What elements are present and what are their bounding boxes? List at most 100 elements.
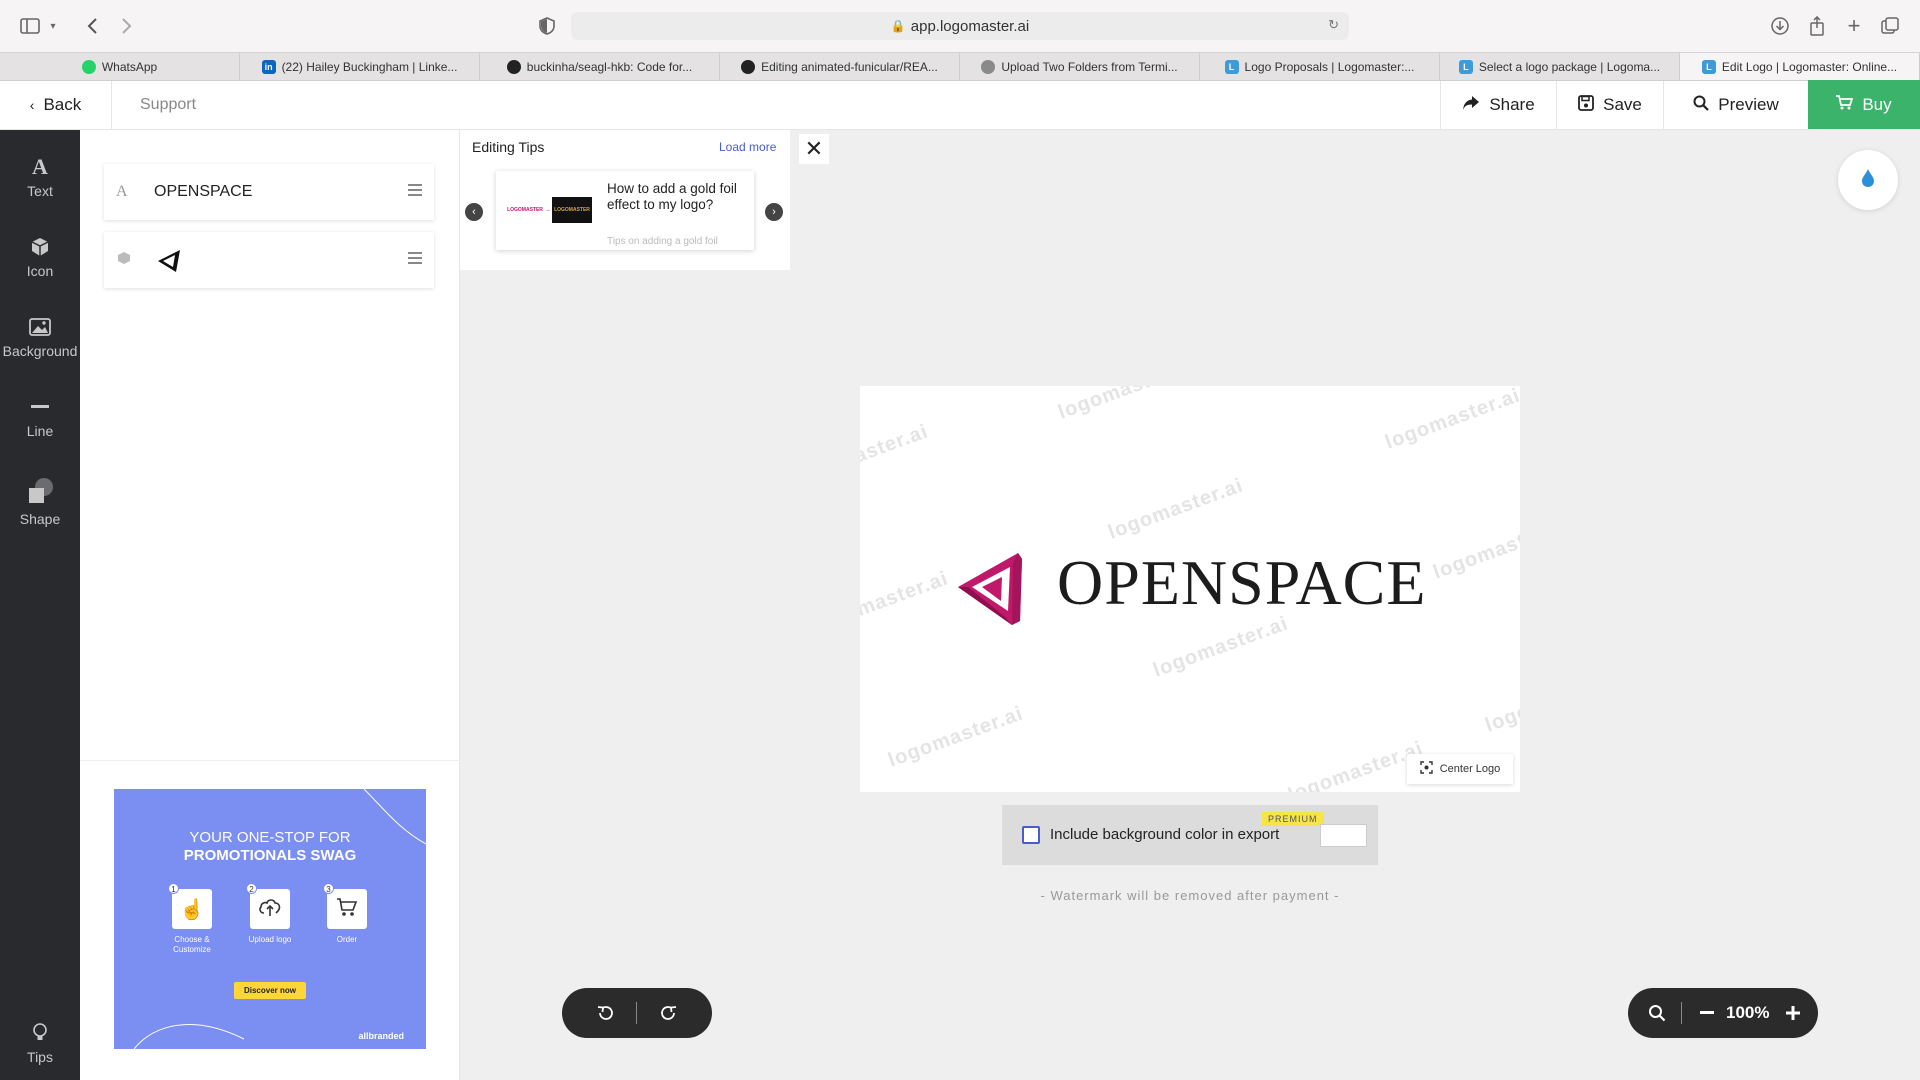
water-drop-icon bbox=[1861, 168, 1875, 193]
promo-step: 2 Upload logo bbox=[240, 883, 300, 945]
zoom-search-icon[interactable] bbox=[1644, 1000, 1670, 1026]
support-link[interactable]: Support bbox=[140, 96, 196, 114]
panel-divider bbox=[80, 760, 460, 761]
cart-icon bbox=[336, 897, 358, 922]
chevron-down-icon[interactable]: ▾ bbox=[46, 14, 60, 38]
zoom-in-icon[interactable] bbox=[1780, 1000, 1806, 1026]
logo-canvas[interactable]: logomaster.ai logomaster.ai logomaster.a… bbox=[860, 386, 1520, 792]
browser-tab[interactable]: L Logo Proposals | Logomaster:... bbox=[1200, 53, 1440, 80]
discover-now-button[interactable]: Discover now bbox=[234, 982, 306, 999]
save-button[interactable]: Save bbox=[1556, 81, 1663, 129]
promo-banner[interactable]: YOUR ONE-STOP FOR PROMOTIONALS SWAG 1 ☝ C… bbox=[114, 789, 426, 1049]
browser-tab[interactable]: WhatsApp bbox=[0, 53, 240, 80]
cloud-upload-icon bbox=[258, 897, 282, 922]
browser-tab[interactable]: in (22) Hailey Buckingham | Linke... bbox=[240, 53, 480, 80]
logomaster-icon: L bbox=[1458, 59, 1473, 74]
rail-text-tool[interactable]: A Text bbox=[0, 154, 80, 199]
tip-thumbnail: LOGOMASTER → LOGOMASTER bbox=[506, 197, 596, 223]
logo-wordmark[interactable]: OPENSPACE bbox=[1057, 546, 1426, 620]
chevron-left-icon[interactable]: ‹ bbox=[465, 203, 483, 221]
cart-icon bbox=[1836, 94, 1854, 115]
load-more-link[interactable]: Load more bbox=[719, 140, 776, 154]
step-label: Choose & Customize bbox=[173, 935, 211, 954]
preview-button[interactable]: Preview bbox=[1663, 81, 1808, 129]
watermark: logomaster.ai bbox=[885, 702, 1027, 772]
layer-icon[interactable] bbox=[104, 232, 434, 288]
redo-icon[interactable] bbox=[658, 1002, 680, 1024]
tab-label: buckinha/seagl-hkb: Code for... bbox=[526, 59, 693, 74]
watermark-note: - Watermark will be removed after paymen… bbox=[1040, 888, 1340, 903]
step-number: 2 bbox=[246, 883, 257, 894]
rail-label: Shape bbox=[19, 511, 61, 527]
browser-tab-active[interactable]: L Edit Logo | Logomaster: Online... bbox=[1680, 53, 1920, 80]
back-arrow-icon[interactable] bbox=[80, 14, 104, 38]
browser-toolbar: ▾ 🔒 app.logomaster.ai ↻ + bbox=[0, 0, 1920, 52]
zoom-controls: 100% bbox=[1628, 988, 1818, 1038]
include-bg-checkbox[interactable] bbox=[1022, 826, 1040, 844]
browser-tab[interactable]: Editing animated-funicular/REA... bbox=[720, 53, 960, 80]
tip-card[interactable]: LOGOMASTER → LOGOMASTER How to add a gol… bbox=[496, 171, 754, 250]
rail-label: Icon bbox=[26, 263, 54, 279]
center-logo-button[interactable]: Center Logo bbox=[1407, 754, 1513, 784]
github-icon bbox=[741, 59, 756, 74]
rail-label: Background bbox=[2, 343, 78, 359]
reload-icon[interactable]: ↻ bbox=[1328, 17, 1339, 33]
share-browser-icon[interactable] bbox=[1805, 14, 1829, 38]
browser-tab[interactable]: Upload Two Folders from Termi... bbox=[960, 53, 1200, 80]
tab-overview-icon[interactable] bbox=[1878, 14, 1902, 38]
watermark: logomaster.ai bbox=[1105, 474, 1247, 544]
undo-icon[interactable] bbox=[594, 1002, 616, 1024]
logo-triangle-icon[interactable] bbox=[956, 549, 1026, 630]
new-tab-icon[interactable]: + bbox=[1842, 13, 1866, 38]
chevron-left-icon: ‹ bbox=[29, 97, 35, 113]
share-button[interactable]: Share bbox=[1440, 81, 1556, 129]
zoom-out-icon[interactable] bbox=[1694, 1000, 1720, 1026]
bg-color-swatch[interactable] bbox=[1320, 824, 1367, 847]
logomaster-icon: L bbox=[1701, 59, 1716, 74]
rail-icon-tool[interactable]: Icon bbox=[0, 234, 80, 279]
tab-label: WhatsApp bbox=[101, 59, 158, 74]
logomaster-icon: L bbox=[1224, 59, 1239, 74]
line-icon bbox=[31, 394, 49, 420]
drag-handle-icon[interactable] bbox=[408, 252, 422, 267]
step-label: Order bbox=[336, 935, 358, 944]
app-header: ‹ Back Support Share Save Preview Buy bbox=[0, 80, 1920, 130]
browser-tab[interactable]: L Select a logo package | Logoma... bbox=[1440, 53, 1680, 80]
browser-tab[interactable]: buckinha/seagl-hkb: Code for... bbox=[480, 53, 720, 80]
tips-title: Editing Tips bbox=[472, 139, 545, 155]
layers-panel: A OPENSPACE YOUR ONE-STOP FOR PROMOTIONA… bbox=[80, 130, 460, 1080]
zoom-divider bbox=[1681, 1002, 1682, 1024]
chevron-right-icon[interactable]: › bbox=[765, 203, 783, 221]
rail-line-tool[interactable]: Line bbox=[0, 394, 80, 439]
watermark: logomaster.ai bbox=[860, 420, 932, 490]
promo-brand: allbranded bbox=[358, 1031, 404, 1041]
hand-pointer-icon: ☝ bbox=[179, 898, 205, 921]
lightbulb-icon bbox=[33, 1020, 47, 1046]
center-logo-label: Center Logo bbox=[1439, 763, 1501, 775]
rail-shape-tool[interactable]: Shape bbox=[0, 474, 80, 527]
promo-step: 1 ☝ Choose & Customize bbox=[162, 883, 222, 955]
background-export-option: Include background color in export PREMI… bbox=[1002, 805, 1378, 865]
buy-label: Buy bbox=[1862, 94, 1892, 114]
watermark: logomaster.ai bbox=[860, 567, 952, 637]
back-button[interactable]: ‹ Back bbox=[0, 81, 112, 129]
layer-text[interactable]: A OPENSPACE bbox=[104, 164, 434, 220]
color-drop-button[interactable] bbox=[1838, 150, 1898, 210]
watermark: logomaster.ai bbox=[1055, 386, 1197, 424]
forward-arrow-icon[interactable] bbox=[115, 14, 139, 38]
buy-button[interactable]: Buy bbox=[1808, 80, 1920, 129]
shield-icon[interactable] bbox=[535, 14, 559, 38]
sidebar-toggle-icon[interactable] bbox=[18, 14, 42, 38]
tab-label: (22) Hailey Buckingham | Linke... bbox=[281, 59, 458, 74]
close-icon[interactable]: ✕ bbox=[799, 134, 829, 164]
address-bar[interactable]: 🔒 app.logomaster.ai ↻ bbox=[571, 12, 1349, 40]
rail-tips-button[interactable]: Tips bbox=[0, 1020, 80, 1065]
promo-headline-2: PROMOTIONALS SWAG bbox=[183, 847, 357, 864]
rail-background-tool[interactable]: Background bbox=[0, 314, 80, 359]
shapes-icon bbox=[26, 474, 54, 508]
download-icon[interactable] bbox=[1768, 14, 1792, 38]
linkedin-icon: in bbox=[261, 59, 276, 74]
drag-handle-icon[interactable] bbox=[408, 184, 422, 199]
pill-divider bbox=[636, 1002, 637, 1024]
back-label: Back bbox=[43, 95, 82, 114]
